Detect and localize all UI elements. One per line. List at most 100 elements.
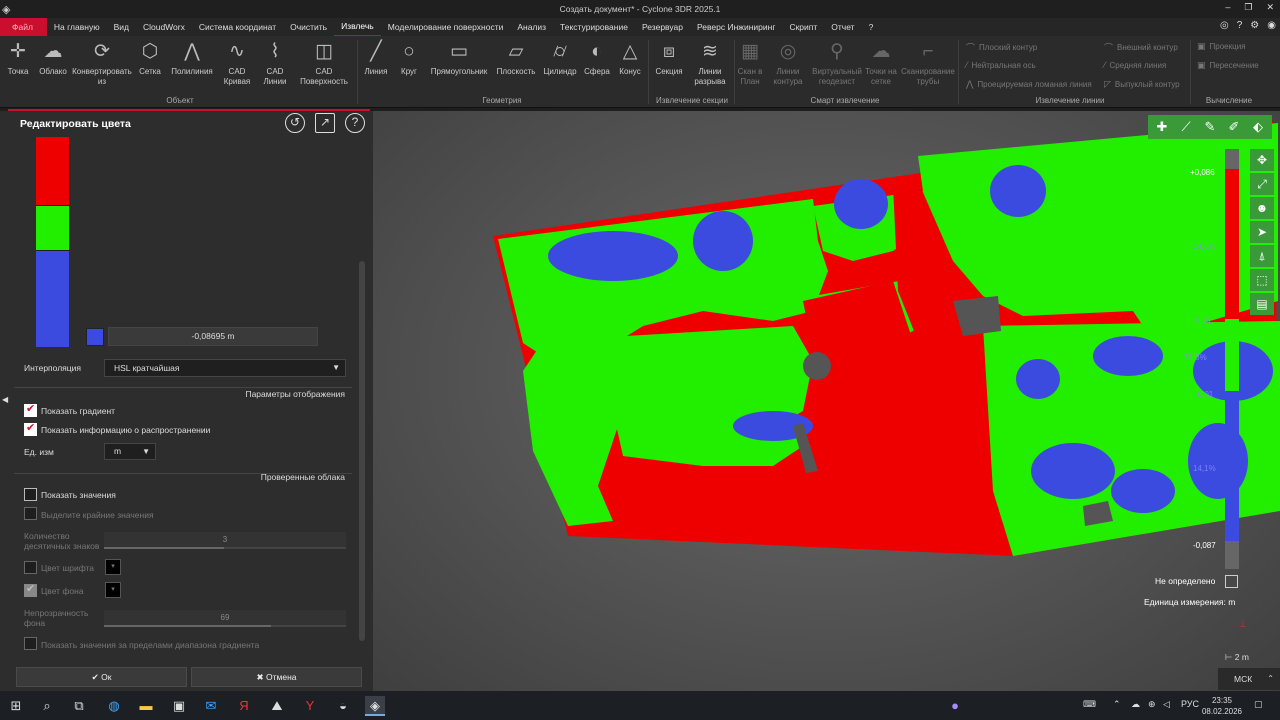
search-icon[interactable]: ⌕ — [37, 696, 57, 716]
ruler-add-icon[interactable]: ✚ — [1152, 119, 1172, 135]
clock[interactable]: 23:35 08.02.2026 — [1202, 695, 1242, 717]
navigate-icon[interactable]: ➤ — [1250, 221, 1274, 243]
app-icon[interactable]: ◒ — [333, 696, 353, 716]
keyboard-icon[interactable]: ⌨ — [1083, 699, 1096, 710]
tray-chevron-icon[interactable]: ⌃ — [1113, 699, 1121, 710]
help-icon[interactable]: ? — [345, 113, 365, 133]
help-icon[interactable]: ? — [1237, 20, 1243, 31]
coordinate-system-dropdown[interactable]: МСК ⌃ — [1218, 668, 1280, 690]
middle-line-button[interactable]: ⁄ Средняя линия — [1104, 60, 1166, 70]
notifications-icon[interactable]: ▢ — [1254, 699, 1263, 710]
menu-cloudworx[interactable]: CloudWorx — [136, 18, 192, 36]
highlight-extremes-checkbox[interactable] — [24, 507, 37, 520]
user-view-icon[interactable]: ☻ — [1250, 197, 1274, 219]
outer-contour-button[interactable]: ⌒ Внешний контур — [1104, 41, 1178, 54]
menu-view[interactable]: Вид — [107, 18, 136, 36]
sphere-button[interactable]: ◐ Сфера — [582, 40, 612, 77]
opacity-slider[interactable]: 69 — [104, 610, 346, 627]
task-view-icon[interactable]: ⧉ — [69, 696, 89, 716]
panel-scrollbar[interactable] — [359, 261, 365, 641]
pan-icon[interactable]: ✥ — [1250, 149, 1274, 171]
language-indicator[interactable]: РУС — [1181, 699, 1199, 709]
color-gradient-bar[interactable] — [36, 137, 69, 347]
color-swatch[interactable] — [86, 328, 104, 346]
volume-icon[interactable]: ◁ — [1163, 699, 1170, 710]
menu-texturing[interactable]: Текстурирование — [553, 18, 635, 36]
menu-home[interactable]: На главную — [47, 18, 107, 36]
menu-file[interactable]: Файл — [0, 18, 47, 36]
export-icon[interactable]: ↗ — [315, 113, 335, 133]
gradient-value-field[interactable]: -0,08695 m — [108, 327, 318, 346]
section-button[interactable]: ⧈ Секция — [652, 40, 686, 77]
rectangle-button[interactable]: ▭ Прямоугольник — [428, 40, 490, 77]
mesh-button[interactable]: ⬡ Сетка — [136, 40, 164, 77]
menu-help[interactable]: ? — [862, 18, 881, 36]
convert-from-button[interactable]: ⟳ Конвертировать из — [72, 40, 132, 87]
cloud-button[interactable]: ☁ Облако — [38, 40, 68, 77]
ok-button[interactable]: ✔ Ок — [16, 667, 187, 687]
menu-tank[interactable]: Резервуар — [635, 18, 690, 36]
virtual-surveyor-button[interactable]: ⚲ Виртуальный геодезист — [810, 40, 864, 87]
unit-dropdown[interactable]: m ▼ — [104, 443, 156, 460]
edge-icon[interactable]: ◍ — [104, 696, 124, 716]
layers-icon[interactable]: ▤ — [1250, 293, 1274, 315]
network-icon[interactable]: ⊕ — [1148, 699, 1156, 710]
intersection-button[interactable]: ▣ Пересечение — [1197, 60, 1259, 71]
label-icon[interactable]: ⬖ — [1248, 119, 1268, 135]
settings-icon[interactable]: ⚙ — [1250, 20, 1259, 31]
cube-icon[interactable]: ⬚ — [1250, 269, 1274, 291]
file-explorer-icon[interactable]: ▬ — [136, 696, 156, 716]
flat-contour-button[interactable]: ⌒ Плоский контур — [966, 41, 1037, 54]
close-button[interactable]: ✕ — [1266, 2, 1274, 13]
ruler-icon[interactable]: ⟋ — [1176, 119, 1196, 135]
line-button[interactable]: ╱ Линия — [362, 40, 390, 77]
font-color-checkbox[interactable] — [24, 561, 37, 574]
breaklines-button[interactable]: ≋ Линии разрыва — [690, 40, 730, 87]
windows-start-icon[interactable]: ⊞ — [6, 696, 26, 716]
out-of-range-checkbox[interactable] — [24, 637, 37, 650]
yandex-icon[interactable]: Я — [234, 696, 254, 716]
cad-curve-button[interactable]: ∿ CAD Кривая — [220, 40, 254, 87]
cone-button[interactable]: △ Конус — [616, 40, 644, 77]
cloud-tray-icon[interactable]: ☁ — [1131, 699, 1140, 710]
alice-icon[interactable]: ● — [945, 696, 965, 716]
show-gradient-checkbox[interactable] — [24, 402, 37, 417]
photos-icon[interactable]: ⛰ — [267, 696, 287, 716]
store-icon[interactable]: ▣ — [169, 696, 189, 716]
outlook-icon[interactable]: ✉ — [201, 696, 221, 716]
maximize-button[interactable]: ❐ — [1244, 2, 1252, 13]
minimize-button[interactable]: – — [1225, 2, 1230, 13]
grid-points-button[interactable]: ☁ Точки на сетке — [862, 40, 900, 87]
3d-viewport[interactable]: ✚ ⟋ ✎ ✐ ⬖ ✥ ⤢ ☻ ➤ ⍋ ⬚ ▤ +0,086 14,6% 0,0… — [373, 111, 1280, 691]
pipe-scan-button[interactable]: ⌐ Сканирование трубы — [900, 40, 956, 87]
contour-lines-button[interactable]: ◎ Линии контура — [770, 40, 806, 87]
show-distribution-checkbox[interactable] — [24, 421, 37, 436]
projected-polyline-button[interactable]: ⋀ Проецируемая ломаная линия — [966, 79, 1092, 90]
font-color-swatch[interactable]: ▾ — [105, 559, 121, 575]
measure-angle-icon[interactable]: ✐ — [1224, 119, 1244, 135]
projection-button[interactable]: ▣ Проекция — [1197, 41, 1246, 52]
polyline-button[interactable]: ⋀ Полилиния — [168, 40, 216, 77]
menu-reverse-engineering[interactable]: Реверс Инжиниринг — [690, 18, 782, 36]
menu-surface-modeling[interactable]: Моделирование поверхности — [381, 18, 511, 36]
bulb-icon[interactable]: ◎ — [1220, 20, 1229, 31]
yandex-browser-icon[interactable]: Y — [300, 696, 320, 716]
point-button[interactable]: ✛ Точка — [4, 40, 32, 77]
collapse-arrow-icon[interactable]: ◀ — [2, 395, 8, 404]
plane-button[interactable]: ▱ Плоскость — [494, 40, 538, 77]
cyclone-3dr-icon[interactable]: ◈ — [365, 696, 385, 716]
bg-color-checkbox[interactable] — [24, 582, 37, 597]
menu-extract[interactable]: Извлечь — [334, 17, 381, 37]
menu-report[interactable]: Отчет — [824, 18, 861, 36]
convex-contour-button[interactable]: ◸ Выпуклый контур — [1104, 79, 1180, 90]
neutral-axis-button[interactable]: ⁄ Нейтральная ось — [966, 60, 1036, 70]
zoom-fit-icon[interactable]: ⤢ — [1250, 173, 1274, 195]
scan-to-plan-button[interactable]: ▦ Скан в План — [736, 40, 764, 87]
decimals-slider[interactable]: 3 — [104, 532, 346, 549]
light-icon[interactable]: ⍋ — [1250, 245, 1274, 267]
cylinder-button[interactable]: ⌭ Цилиндр — [542, 40, 578, 77]
bg-color-swatch[interactable]: ▾ — [105, 582, 121, 598]
cad-surface-button[interactable]: ◫ CAD Поверхность — [296, 40, 352, 87]
show-values-checkbox[interactable] — [24, 488, 37, 501]
cad-lines-button[interactable]: ⌇ CAD Линии — [258, 40, 292, 87]
